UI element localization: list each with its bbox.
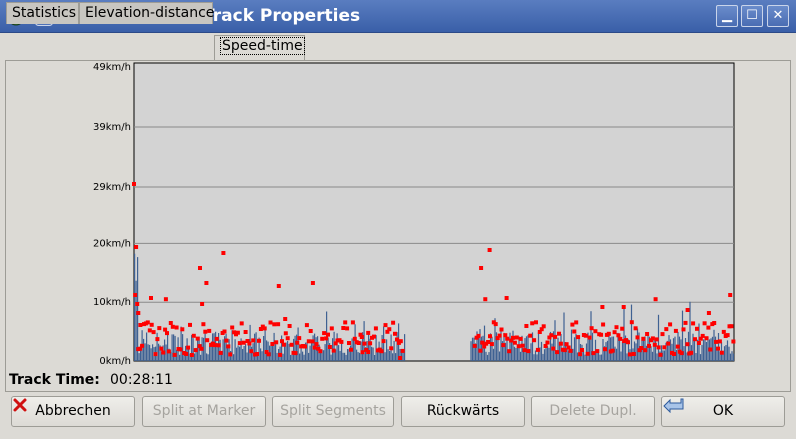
ok-button-label: OK xyxy=(712,403,734,419)
tab-speed-time-label: Speed-time xyxy=(220,37,305,55)
tab-elevation-distance[interactable]: Elevation-distance xyxy=(79,2,214,24)
track-time-label: Track Time: xyxy=(9,372,100,388)
tab-speed-time[interactable]: Speed-time xyxy=(214,35,305,60)
delete-duplicates-button[interactable]: Delete Dupl. xyxy=(531,396,655,427)
speed-time-panel xyxy=(5,60,791,392)
tab-statistics[interactable]: Statistics xyxy=(6,2,79,24)
split-at-marker-button[interactable]: Split at Marker xyxy=(142,396,266,427)
maximize-button[interactable]: ☐ xyxy=(741,5,763,27)
ok-arrow-icon xyxy=(663,398,684,413)
reverse-button[interactable]: Rückwärts xyxy=(401,396,525,427)
minimize-button[interactable]: ▁ xyxy=(716,5,738,27)
split-segments-button[interactable]: Split Segments xyxy=(272,396,394,427)
close-button[interactable]: ✕ xyxy=(767,5,789,27)
cancel-button[interactable]: Abbrechen xyxy=(11,396,135,427)
cancel-icon xyxy=(13,398,27,412)
ok-button[interactable]: OK xyxy=(661,396,785,427)
track-time-value: 00:28:11 xyxy=(110,372,173,388)
cancel-button-label: Abbrechen xyxy=(35,403,111,419)
